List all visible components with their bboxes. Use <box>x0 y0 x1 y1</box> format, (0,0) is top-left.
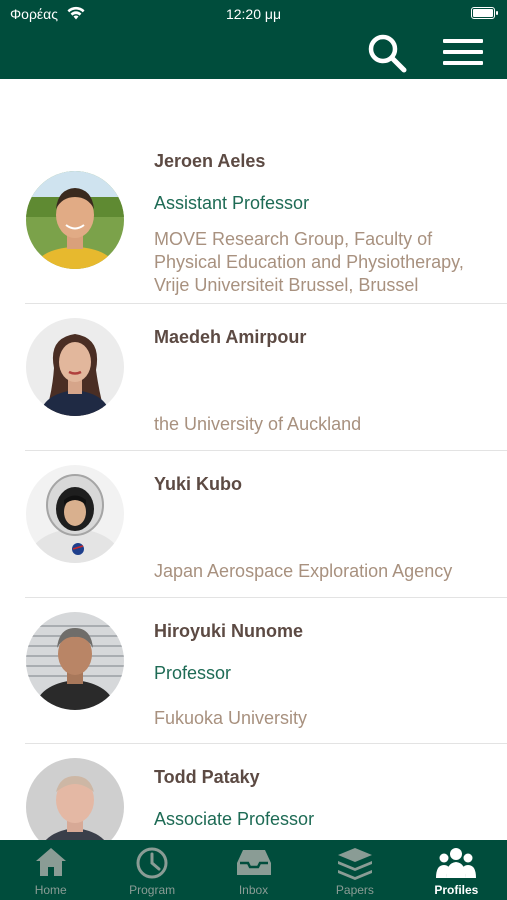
profile-affiliation: Japan Aerospace Exploration Agency <box>154 561 453 581</box>
tab-bar: Home Program Inbox Papers Profiles <box>0 840 507 900</box>
inbox-icon <box>235 846 273 883</box>
tab-home[interactable]: Home <box>0 840 101 900</box>
avatar <box>26 612 124 710</box>
profile-affiliation: Fukuoka University <box>154 708 308 728</box>
profile-affiliation: MOVE Research Group, Faculty of Physical… <box>154 229 464 295</box>
profile-title: Assistant Professor <box>154 193 310 213</box>
search-button[interactable] <box>364 32 410 74</box>
profile-name: Jeroen Aeles <box>154 151 266 171</box>
profile-row[interactable]: Hiroyuki Nunome Professor Fukuoka Univer… <box>0 598 507 744</box>
tab-label: Program <box>129 883 176 897</box>
profile-name: Yuki Kubo <box>154 474 243 494</box>
tab-inbox[interactable]: Inbox <box>203 840 304 900</box>
profile-row[interactable]: Maedeh Amirpour the University of Auckla… <box>0 304 507 451</box>
menu-button[interactable] <box>440 34 486 74</box>
avatar <box>26 171 124 269</box>
profile-list[interactable]: Jeroen Aeles Assistant Professor MOVE Re… <box>0 79 507 840</box>
clock-time: 12:20 μμ <box>225 6 282 22</box>
avatar <box>26 465 124 563</box>
profile-title: Professor <box>154 663 232 683</box>
profile-name: Maedeh Amirpour <box>154 327 307 347</box>
navigation-bar <box>0 28 507 79</box>
profile-name: Todd Pataky <box>154 767 260 787</box>
tab-label: Profiles <box>434 883 479 897</box>
clock-icon <box>135 846 169 885</box>
home-icon <box>34 846 68 883</box>
status-bar: Φορέας 12:20 μμ <box>0 0 507 28</box>
tab-label: Papers <box>335 883 374 897</box>
profile-name: Hiroyuki Nunome <box>154 621 304 641</box>
battery-icon <box>471 7 498 19</box>
hamburger-menu-icon <box>443 39 483 65</box>
profile-row[interactable]: Todd Pataky Associate Professor <box>0 744 507 840</box>
tab-papers[interactable]: Papers <box>304 840 405 900</box>
tab-profiles[interactable]: Profiles <box>406 840 507 900</box>
profile-affiliation: the University of Auckland <box>154 414 362 434</box>
tab-label: Inbox <box>238 883 269 897</box>
search-icon <box>368 34 407 73</box>
avatar <box>26 318 124 416</box>
tab-program[interactable]: Program <box>101 840 202 900</box>
avatar <box>26 758 124 840</box>
profile-row[interactable]: Jeroen Aeles Assistant Professor MOVE Re… <box>0 149 507 304</box>
profile-row[interactable]: Yuki Kubo Japan Aerospace Exploration Ag… <box>0 451 507 598</box>
profile-title: Associate Professor <box>154 809 315 829</box>
layers-icon <box>336 846 374 885</box>
people-icon <box>436 846 477 885</box>
tab-label: Home <box>34 883 67 897</box>
